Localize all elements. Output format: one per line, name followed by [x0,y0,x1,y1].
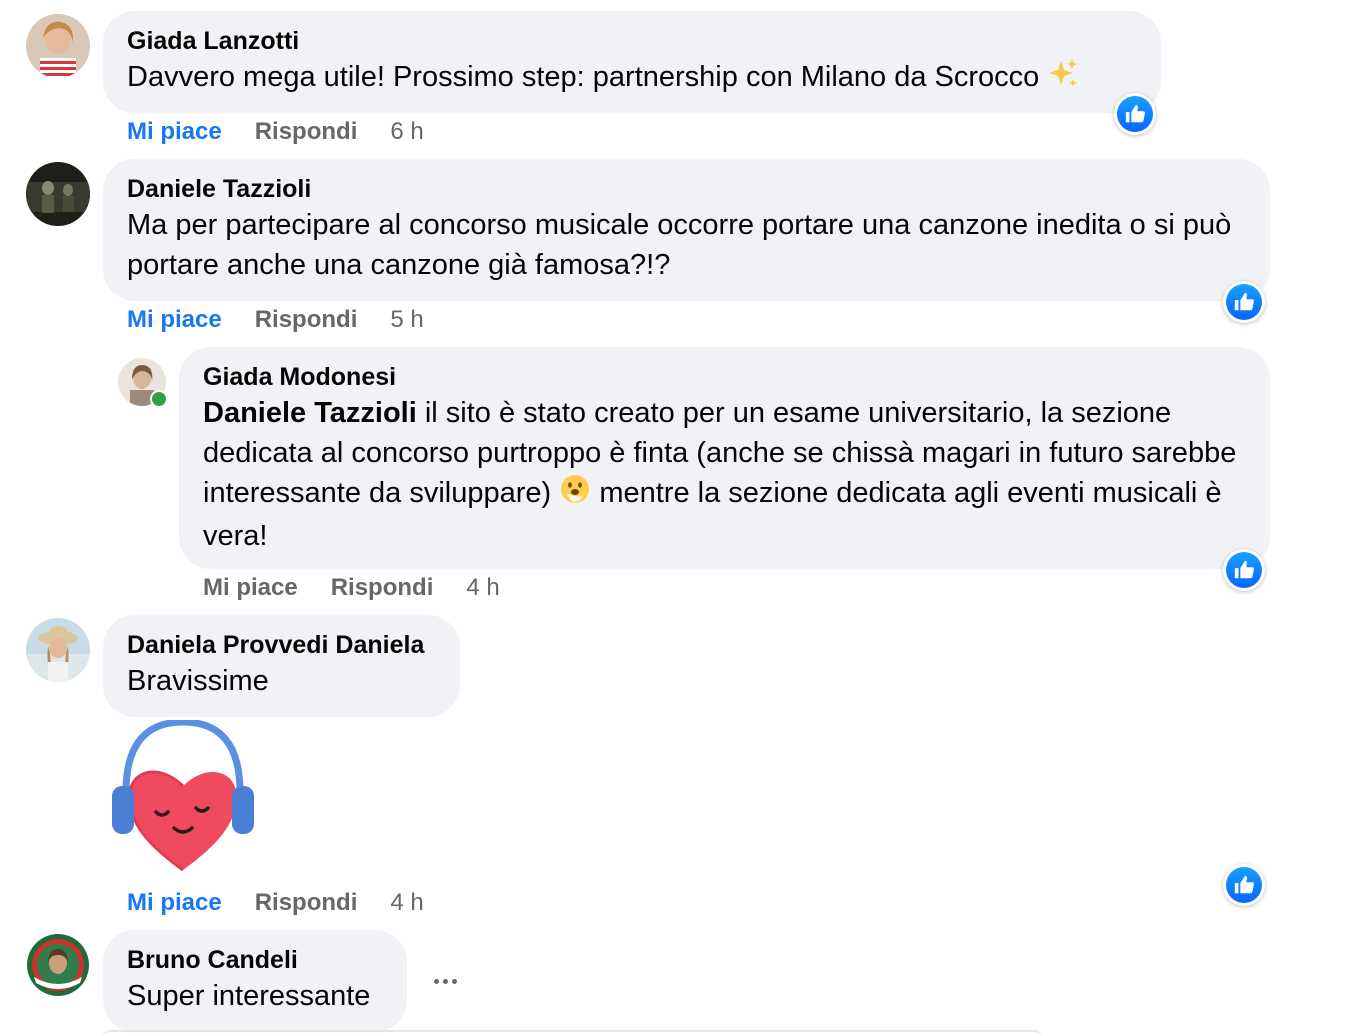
like-reaction-badge[interactable] [1223,864,1265,906]
comment-text: Super interessante [127,980,371,1012]
mention-link[interactable]: Daniele Tazzioli [203,397,417,429]
like-button[interactable]: Mi piace [127,306,222,334]
comment-bubble: Bruno Candeli Super interessante [103,930,407,1032]
like-thumb-icon [1234,560,1254,579]
reply-button[interactable]: Rispondi [255,118,358,146]
comment-text: Ma per partecipare al concorso musicale … [127,209,1232,281]
comment-text: Bravissime [127,665,269,697]
avatar[interactable] [26,14,90,78]
like-reaction-badge[interactable] [1223,549,1265,591]
comment-bubble: Daniele Tazzioli Ma per partecipare al c… [103,159,1270,301]
comment-bubble: Giada Lanzotti Davvero mega utile! Pross… [103,11,1161,113]
like-thumb-icon [1234,875,1254,894]
reply-button[interactable]: Rispondi [255,889,358,917]
reply-bubble: Giada Modonesi Daniele Tazzioli il sito … [179,347,1270,569]
comment-author[interactable]: Daniele Tazzioli [127,173,1246,205]
comment-text-body: Davvero mega utile! Prossimo step: partn… [127,61,1040,94]
avatar[interactable] [26,162,90,226]
comment-actions: Mi piace Rispondi 4 h [203,574,500,602]
like-button[interactable]: Mi piace [127,889,222,917]
comment-author[interactable]: Giada Modonesi [203,361,1246,393]
comment-author[interactable]: Bruno Candeli [127,944,383,976]
like-button[interactable]: Mi piace [203,574,298,602]
comment-timestamp[interactable]: 4 h [390,889,423,917]
comment-timestamp[interactable]: 4 h [466,574,499,602]
avatar[interactable] [118,358,168,408]
heart-headphones-sticker[interactable] [108,718,258,875]
online-status-dot [150,390,168,408]
hand-over-mouth-emoji [559,473,591,516]
reply-input-top-edge [103,1030,1043,1036]
more-options-icon[interactable] [425,961,465,1001]
comment-text: Daniele Tazzioli il sito è stato creato … [203,393,1246,556]
comment-author[interactable]: Daniela Provvedi Daniela [127,629,436,661]
comment-bubble: Daniela Provvedi Daniela Bravissime [103,615,460,717]
like-reaction-badge[interactable] [1114,93,1156,135]
like-thumb-icon [1125,104,1145,123]
like-button[interactable]: Mi piace [127,118,222,146]
comment-actions: Mi piace Rispondi 4 h [127,889,424,917]
comment-timestamp[interactable]: 6 h [390,118,423,146]
avatar[interactable] [26,933,90,997]
comment-actions: Mi piace Rispondi 6 h [127,118,424,146]
comment-author[interactable]: Giada Lanzotti [127,25,1137,57]
avatar[interactable] [26,618,90,682]
comment-text: Davvero mega utile! Prossimo step: partn… [127,57,1137,100]
comment-actions: Mi piace Rispondi 5 h [127,306,424,334]
sparkles-emoji [1047,57,1079,100]
like-thumb-icon [1234,292,1254,311]
comments-thread: Giada Lanzotti Davvero mega utile! Pross… [0,0,1346,1036]
comment-timestamp[interactable]: 5 h [390,306,423,334]
reply-button[interactable]: Rispondi [331,574,434,602]
reply-button[interactable]: Rispondi [255,306,358,334]
like-reaction-badge[interactable] [1223,281,1265,323]
